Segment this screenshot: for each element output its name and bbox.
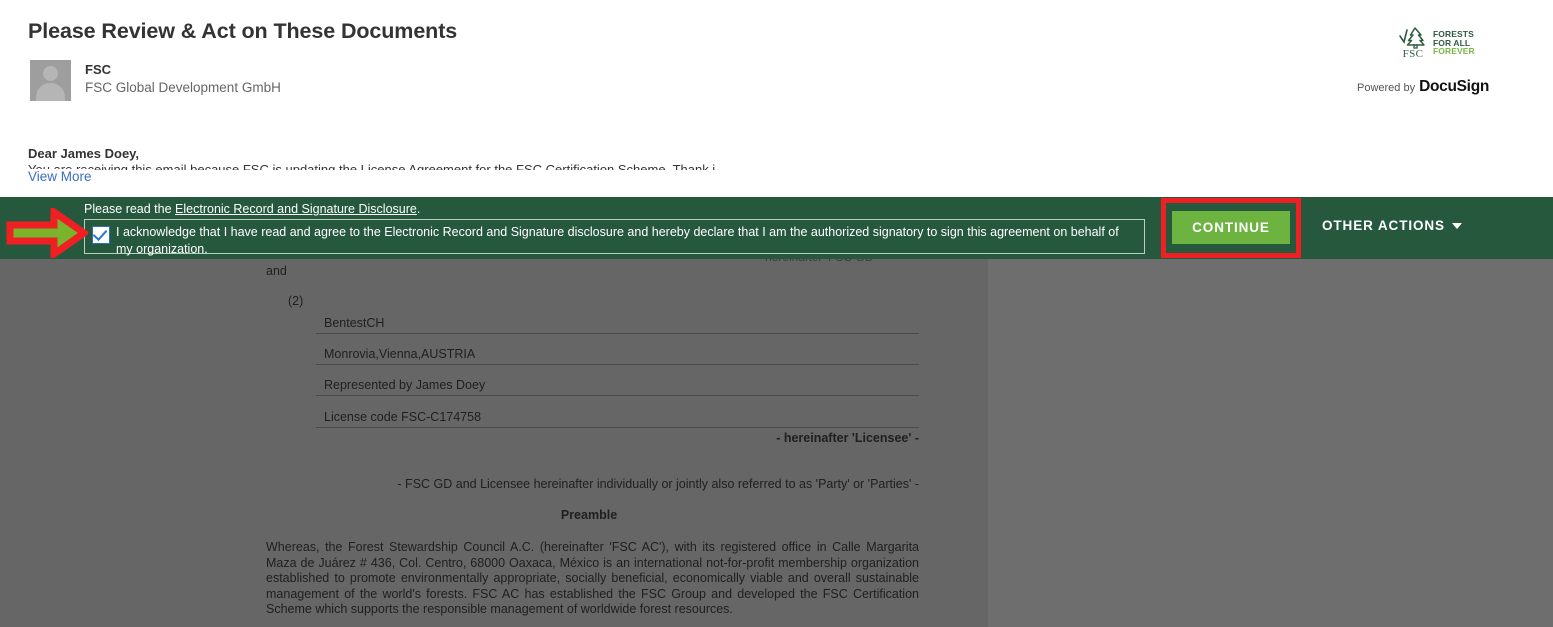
docusign-wordmark: DocuSign <box>1419 78 1490 95</box>
avatar-body-shape <box>36 83 65 101</box>
document-preamble-body: Whereas, the Forest Stewardship Council … <box>266 540 919 617</box>
document-page: hereinafter 'FSC GD' and (2) BentestCH M… <box>190 259 988 627</box>
disclosure-prompt: Please read the Electronic Record and Si… <box>84 201 1149 218</box>
fsc-logo: FSC FORESTS FOR ALL FOREVER <box>1396 25 1475 60</box>
view-more-link[interactable]: View More <box>28 169 92 185</box>
fsc-abbreviation: FSC <box>1402 48 1424 60</box>
disclosure-area: Please read the Electronic Record and Si… <box>84 201 1149 257</box>
disclosure-prompt-suffix: . <box>416 202 421 216</box>
avatar <box>30 60 71 101</box>
sender-block: FSC FSC Global Development GmbH <box>30 60 281 101</box>
viewer-left-rail <box>0 259 190 627</box>
sender-text: FSC FSC Global Development GmbH <box>85 60 281 97</box>
consent-checkbox[interactable] <box>92 225 110 244</box>
other-actions-button[interactable]: OTHER ACTIONS <box>1322 218 1462 233</box>
continue-button[interactable]: CONTINUE <box>1172 211 1290 244</box>
document-party-line: - FSC GD and Licensee hereinafter indivi… <box>397 477 919 491</box>
consent-label[interactable]: I acknowledge that I have read and agree… <box>116 223 1126 257</box>
greeting-line: Dear James Doey, <box>28 146 140 161</box>
message-body-line: You are receiving this email because FSC… <box>28 162 716 170</box>
envelope-header: Please Review & Act on These Documents F… <box>0 0 1553 197</box>
avatar-head-shape <box>43 66 58 81</box>
document-clipped-top-text: hereinafter 'FSC GD' <box>765 259 876 264</box>
document-field-row: License code FSC-C174758 <box>316 410 919 428</box>
document-field-row: Monrovia,Vienna,AUSTRIA <box>316 347 919 365</box>
document-preamble-heading: Preamble <box>560 508 618 522</box>
document-viewer[interactable]: hereinafter 'FSC GD' and (2) BentestCH M… <box>0 259 1553 627</box>
fsc-tagline: FORESTS FOR ALL FOREVER <box>1433 29 1475 56</box>
fsc-tree-checkmark-icon: FSC <box>1396 25 1430 60</box>
checkmark-icon <box>92 225 108 242</box>
sender-name: FSC <box>85 62 111 77</box>
action-bar: Please read the Electronic Record and Si… <box>0 197 1553 259</box>
viewer-right-rail <box>1353 259 1553 627</box>
document-item-number: (2) <box>288 294 304 308</box>
powered-by-label: Powered by <box>1357 82 1416 94</box>
document-and-label: and <box>266 264 287 278</box>
other-actions-label: OTHER ACTIONS <box>1322 218 1445 233</box>
electronic-record-disclosure-link[interactable]: Electronic Record and Signature Disclosu… <box>175 202 417 216</box>
disclosure-prompt-prefix: Please read the <box>84 202 176 216</box>
page-title: Please Review & Act on These Documents <box>28 19 458 43</box>
consent-box[interactable]: I acknowledge that I have read and agree… <box>84 219 1145 257</box>
document-field-row: Represented by James Doey <box>316 378 919 396</box>
document-field-row: BentestCH <box>316 316 919 334</box>
greeting-block: Dear James Doey, You are receiving this … <box>28 146 1328 170</box>
chevron-down-icon <box>1451 222 1462 229</box>
powered-by-docusign: Powered by DocuSign <box>1357 78 1489 96</box>
sender-organization: FSC Global Development GmbH <box>85 80 281 95</box>
fsc-tagline-line-3: FOREVER <box>1433 46 1475 57</box>
document-hereinafter-licensee: - hereinafter 'Licensee' - <box>776 431 919 445</box>
